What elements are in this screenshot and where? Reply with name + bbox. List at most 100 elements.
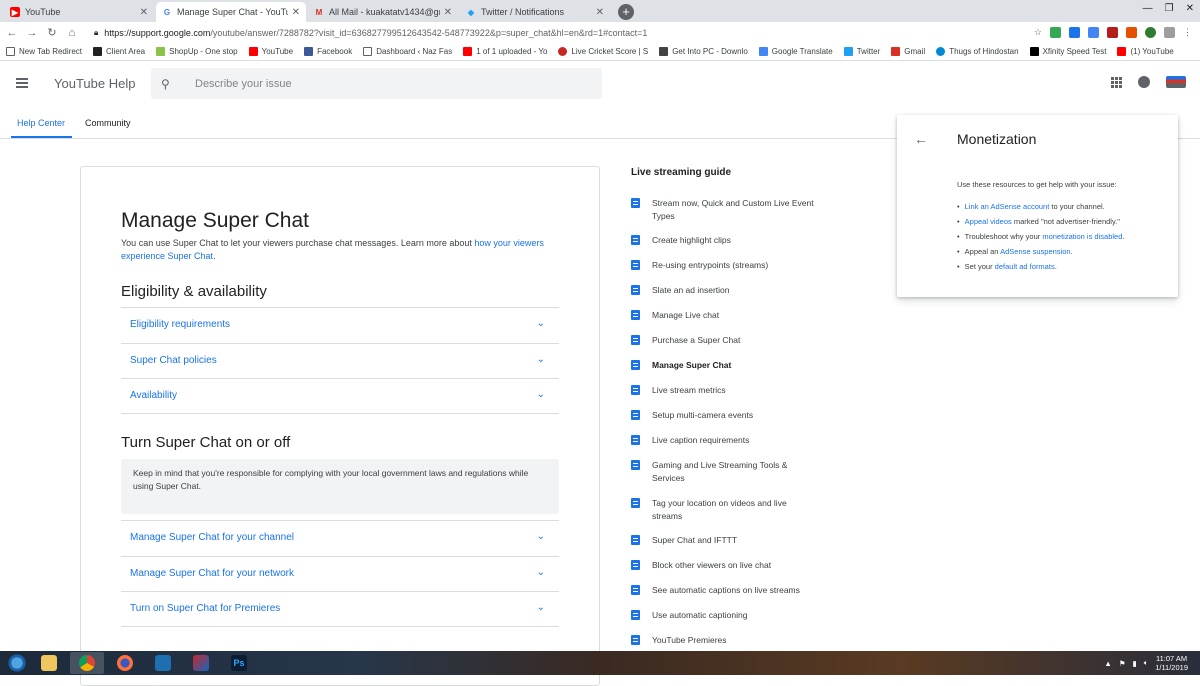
- extension-icon[interactable]: [1107, 27, 1118, 38]
- guide-item[interactable]: Block other viewers on live chat: [631, 559, 821, 572]
- home-icon[interactable]: ⌂: [64, 27, 80, 39]
- youtube-icon: [248, 47, 258, 56]
- volume-icon[interactable]: 🔈︎: [1144, 658, 1149, 668]
- bookmark-item[interactable]: YouTube: [248, 47, 293, 56]
- tab-help[interactable]: G Manage Super Chat - YouTube H ✕: [156, 2, 306, 22]
- apps-grid-icon[interactable]: [1111, 76, 1122, 88]
- extension-icon[interactable]: [1145, 27, 1156, 38]
- guide-item[interactable]: Manage Live chat: [631, 309, 821, 322]
- close-icon[interactable]: ✕: [140, 7, 148, 18]
- accordion-item[interactable]: Manage Super Chat for your network ⌄: [121, 556, 559, 592]
- tab-youtube[interactable]: ▶ YouTube ✕: [4, 2, 154, 22]
- accordion-item[interactable]: Availability ⌄: [121, 378, 559, 414]
- extension-icon[interactable]: [1088, 27, 1099, 38]
- extension-icon[interactable]: [1126, 27, 1137, 38]
- extension-icon[interactable]: [1069, 27, 1080, 38]
- tab-community[interactable]: Community: [85, 118, 131, 128]
- reload-icon[interactable]: ↻: [44, 26, 60, 39]
- accordion-item[interactable]: Eligibility requirements ⌄: [121, 307, 559, 343]
- taskbar-explorer[interactable]: [32, 652, 66, 674]
- taskbar-chrome[interactable]: [70, 652, 104, 674]
- accordion-item[interactable]: Manage Super Chat for your channel ⌄: [121, 520, 559, 556]
- guide-item[interactable]: Create highlight clips: [631, 234, 821, 247]
- taskbar-app[interactable]: [184, 652, 218, 674]
- close-icon[interactable]: ✕: [292, 7, 300, 18]
- bookmark-item[interactable]: Twitter: [843, 47, 880, 56]
- app-icon: [156, 47, 166, 56]
- bookmark-item[interactable]: Xfinity Speed Test: [1029, 47, 1106, 56]
- url-path: /youtube/answer/7288782?visit_id=6368277…: [210, 27, 648, 38]
- bookmark-star-icon[interactable]: ☆: [1034, 27, 1042, 38]
- search-input[interactable]: ⚲ Describe your issue: [151, 68, 602, 99]
- guide-item[interactable]: Setup multi-camera events: [631, 409, 821, 422]
- bookmark-item[interactable]: New Tab Redirect: [6, 47, 82, 56]
- resource-link[interactable]: Appeal videos: [965, 217, 1012, 226]
- menu-icon[interactable]: ⋮: [1183, 27, 1192, 38]
- bookmark-item[interactable]: Dashboard ‹ Naz Fas: [363, 47, 452, 56]
- brand-title[interactable]: YouTube Help: [54, 76, 135, 91]
- guide-item-current[interactable]: Manage Super Chat: [631, 359, 821, 372]
- youtube-icon: [1117, 47, 1127, 56]
- hamburger-menu-icon[interactable]: [16, 78, 28, 88]
- bookmark-item[interactable]: 1 of 1 uploaded - Yo: [463, 47, 547, 56]
- account-icon[interactable]: [1138, 76, 1150, 88]
- guide-title: Live streaming guide: [631, 167, 732, 178]
- extension-icon[interactable]: [1164, 27, 1175, 38]
- guide-item[interactable]: Live stream metrics: [631, 384, 821, 397]
- guide-item[interactable]: Gaming and Live Streaming Tools & Servic…: [631, 459, 821, 484]
- guide-item[interactable]: YouTube Premieres: [631, 634, 821, 647]
- back-arrow-icon[interactable]: ←: [914, 131, 928, 147]
- extension-icon[interactable]: [1050, 27, 1061, 38]
- taskbar-app[interactable]: [146, 652, 180, 674]
- minimize-icon[interactable]: —: [1143, 3, 1153, 14]
- guide-item[interactable]: Tag your location on videos and live str…: [631, 497, 821, 522]
- chevron-down-icon: ⌄: [536, 567, 545, 578]
- guide-item[interactable]: Slate an ad insertion: [631, 284, 821, 297]
- guide-item[interactable]: Stream now, Quick and Custom Live Event …: [631, 197, 821, 222]
- guide-item[interactable]: Purchase a Super Chat: [631, 334, 821, 347]
- guide-item[interactable]: Re-using entrypoints (streams): [631, 259, 821, 272]
- chevron-up-icon[interactable]: ▲: [1104, 659, 1111, 668]
- back-icon[interactable]: ←: [4, 27, 20, 39]
- taskbar-firefox[interactable]: [108, 652, 142, 674]
- resource-link[interactable]: monetization is disabled: [1042, 232, 1122, 241]
- maximize-icon[interactable]: ❐: [1165, 3, 1174, 14]
- close-icon[interactable]: ✕: [444, 7, 452, 18]
- app-icon: [936, 47, 946, 56]
- close-window-icon[interactable]: ✕: [1186, 3, 1194, 14]
- accordion-item[interactable]: Super Chat policies ⌄: [121, 343, 559, 379]
- close-icon[interactable]: ✕: [596, 7, 604, 18]
- resource-link[interactable]: default ad formats: [995, 262, 1055, 271]
- tab-title: All Mail - kuakatatv1434@gmail.: [329, 7, 440, 17]
- guide-item[interactable]: Super Chat and IFTTT: [631, 534, 821, 547]
- bookmark-item[interactable]: Google Translate: [758, 47, 833, 56]
- network-icon[interactable]: ▮: [1133, 659, 1137, 668]
- guide-item[interactable]: Live caption requirements: [631, 434, 821, 447]
- resource-link[interactable]: Link an AdSense account: [965, 202, 1050, 211]
- accordion-item[interactable]: Turn on Super Chat for Premieres ⌄: [121, 591, 559, 627]
- bookmark-item[interactable]: Live Cricket Score | S: [558, 47, 648, 56]
- bookmark-item[interactable]: (1) YouTube: [1117, 47, 1174, 56]
- guide-item[interactable]: Use automatic captioning: [631, 609, 821, 622]
- tab-help-center[interactable]: Help Center: [17, 118, 65, 128]
- bookmark-item[interactable]: Gmail: [891, 47, 925, 56]
- clock[interactable]: 11:07 AM 1/11/2019: [1155, 654, 1188, 672]
- tab-title: YouTube: [25, 7, 61, 17]
- bookmark-item[interactable]: Thugs of Hindostan: [936, 47, 1019, 56]
- new-tab-button[interactable]: +: [618, 4, 634, 20]
- bookmark-item[interactable]: ShopUp - One stop: [156, 47, 238, 56]
- tab-twitter[interactable]: ◆ Twitter / Notifications ✕: [460, 2, 610, 22]
- guide-item[interactable]: See automatic captions on live streams: [631, 584, 821, 597]
- bookmark-item[interactable]: Get Into PC - Downlo: [659, 47, 748, 56]
- start-button[interactable]: [6, 654, 28, 672]
- taskbar-photoshop[interactable]: Ps: [222, 652, 256, 674]
- document-icon: [631, 585, 640, 595]
- tab-gmail[interactable]: M All Mail - kuakatatv1434@gmail. ✕: [308, 2, 458, 22]
- flag-icon[interactable]: ⚑: [1119, 659, 1126, 668]
- forward-icon[interactable]: →: [24, 27, 40, 39]
- resource-link[interactable]: AdSense suspension: [1000, 247, 1070, 256]
- avatar[interactable]: [1166, 76, 1186, 88]
- bookmark-item[interactable]: Facebook: [304, 47, 352, 56]
- bookmark-item[interactable]: Client Area: [93, 47, 145, 56]
- url-field[interactable]: 🔒︎ https://support.google.com/youtube/an…: [94, 28, 1034, 38]
